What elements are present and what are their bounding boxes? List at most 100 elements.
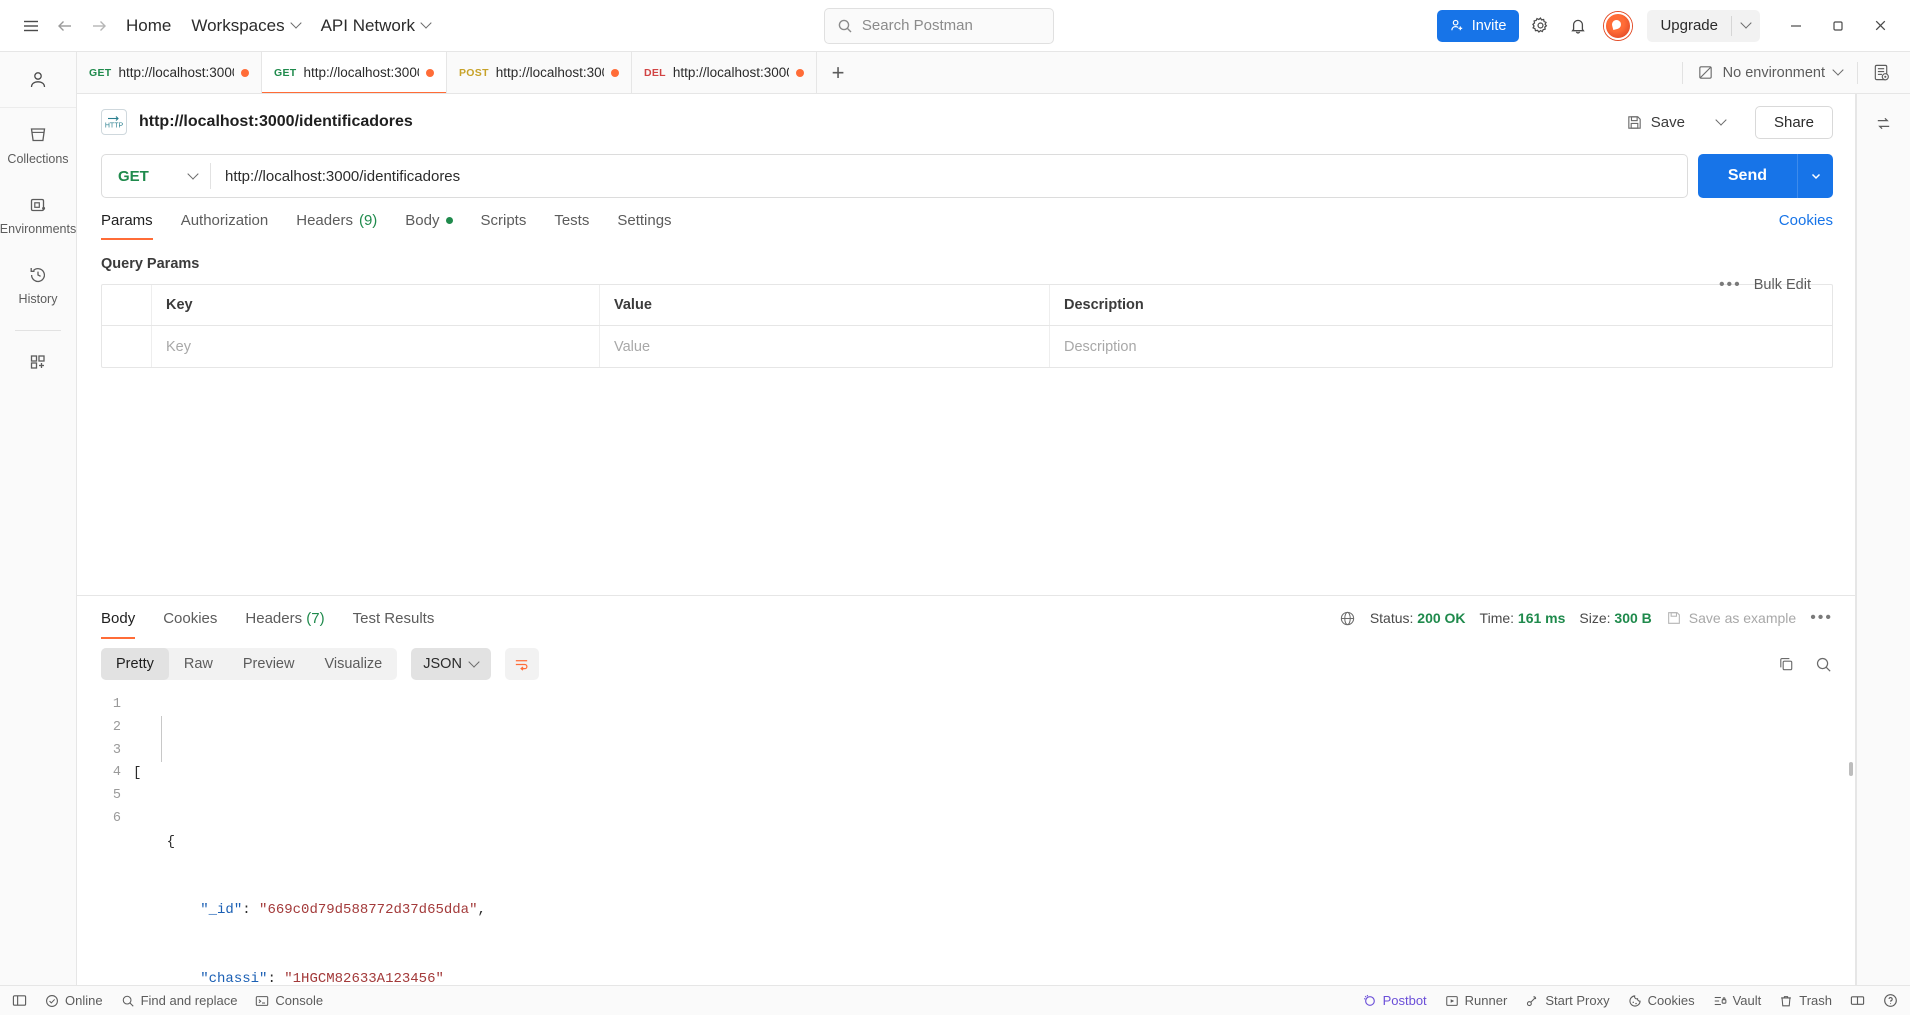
save-options-button[interactable]	[1707, 106, 1737, 138]
trash-icon	[1781, 995, 1792, 1006]
view-mode-preview[interactable]: Preview	[228, 648, 310, 680]
console-label: Console	[275, 993, 324, 1008]
code-scrollbar[interactable]	[1849, 762, 1853, 776]
avatar[interactable]	[1604, 11, 1633, 40]
param-description-input[interactable]: Description	[1050, 326, 1832, 367]
maximize-button[interactable]	[1818, 9, 1858, 43]
copy-icon[interactable]	[1777, 655, 1796, 674]
row-checkbox[interactable]	[102, 326, 152, 367]
response-more-button[interactable]: •••	[1810, 609, 1833, 627]
divider	[15, 330, 61, 331]
fold-guide	[161, 716, 162, 762]
request-tab[interactable]: POST http://localhost:3000/c	[447, 52, 632, 93]
response-tab-cookies[interactable]: Cookies	[149, 598, 231, 639]
compare-icon[interactable]	[1865, 104, 1903, 142]
request-tab-active[interactable]: GET http://localhost:3000/id	[262, 52, 447, 93]
help-button[interactable]	[1883, 993, 1898, 1008]
json-content[interactable]: [ { "_id": "669c0d79d588772d37d65dda", "…	[133, 688, 1855, 985]
trash-button[interactable]: Trash	[1779, 993, 1832, 1008]
tab-headers[interactable]: Headers (9)	[282, 201, 391, 240]
tab-body[interactable]: Body	[391, 201, 466, 240]
response-tab-headers[interactable]: Headers (7)	[231, 598, 338, 639]
search-icon[interactable]	[1814, 655, 1833, 674]
environment-label: No environment	[1722, 64, 1825, 81]
view-mode-pretty[interactable]: Pretty	[101, 648, 169, 680]
tab-authorization[interactable]: Authorization	[167, 201, 283, 240]
more-dots-icon[interactable]: •••	[1719, 276, 1742, 294]
search-icon	[838, 19, 852, 32]
tab-scripts[interactable]: Scripts	[467, 201, 541, 240]
close-button[interactable]	[1860, 9, 1900, 43]
environment-quick-look-button[interactable]	[1858, 63, 1904, 82]
format-select[interactable]: JSON	[411, 648, 491, 680]
send-group: Send	[1697, 154, 1833, 198]
method-select[interactable]: GET	[102, 155, 210, 197]
tab-params[interactable]: Params	[101, 201, 167, 240]
save-as-example-label: Save as example	[1688, 610, 1797, 626]
find-and-replace-button[interactable]: Find and replace	[121, 993, 237, 1008]
online-status[interactable]: Online	[45, 993, 103, 1008]
response-body-code[interactable]: 1 2 3 4 5 6 [ { "_id": "669c0d79d588772d…	[77, 688, 1855, 985]
api-network-menu[interactable]: API Network	[311, 10, 441, 42]
response-tab-body[interactable]: Body	[101, 598, 149, 639]
workspaces-menu[interactable]: Workspaces	[181, 10, 310, 42]
back-arrow-icon[interactable]	[48, 9, 82, 43]
tab-label: Tests	[554, 211, 590, 229]
vault-button[interactable]: Vault	[1713, 993, 1761, 1008]
postbot-button[interactable]: Postbot	[1362, 993, 1427, 1008]
sidebar-item-history[interactable]: History	[0, 248, 76, 318]
body-split: Collections Environments History GET htt…	[0, 52, 1910, 985]
param-key-input[interactable]: Key	[152, 326, 600, 367]
new-tab-button[interactable]: +	[817, 52, 859, 93]
tab-tests[interactable]: Tests	[540, 201, 603, 240]
window-controls	[1776, 9, 1900, 43]
tab-settings[interactable]: Settings	[603, 201, 685, 240]
runner-button[interactable]: Runner	[1445, 993, 1507, 1008]
start-proxy-button[interactable]: Start Proxy	[1525, 993, 1610, 1008]
eye-list-icon	[1874, 64, 1889, 81]
request-tab[interactable]: DEL http://localhost:3000/ca	[632, 52, 817, 93]
home-link[interactable]: Home	[116, 10, 181, 42]
send-options-button[interactable]	[1797, 154, 1833, 198]
search-icon	[122, 995, 134, 1007]
query-params-table: Key Value Description Key Value Descript…	[101, 284, 1833, 368]
layout-toggle-button[interactable]	[1850, 993, 1865, 1008]
tab-label: Cookies	[163, 609, 218, 627]
request-tab[interactable]: GET http://localhost:3000/ca	[77, 52, 262, 93]
hamburger-icon[interactable]	[14, 9, 48, 43]
upgrade-menu-button[interactable]	[1732, 21, 1760, 30]
search-input[interactable]: Search Postman	[823, 7, 1054, 44]
invite-button[interactable]: Invite	[1436, 9, 1520, 42]
code-line: "_id": "669c0d79d588772d37d65dda",	[200, 902, 486, 919]
query-params-header: Query Params ••• Bulk Edit	[101, 242, 1833, 293]
wrap-lines-button[interactable]	[504, 648, 539, 680]
sidebar-toggle-button[interactable]	[12, 993, 27, 1008]
bulk-edit-button[interactable]: Bulk Edit	[1754, 277, 1811, 293]
environment-select[interactable]: No environment	[1683, 64, 1857, 81]
table-row[interactable]: Key Value Description	[102, 326, 1832, 367]
online-label: Online	[65, 993, 103, 1008]
share-button[interactable]: Share	[1754, 105, 1833, 139]
bell-icon[interactable]	[1561, 9, 1595, 43]
param-value-input[interactable]: Value	[600, 326, 1050, 367]
console-button[interactable]: Console	[255, 993, 323, 1008]
cookies-button[interactable]: Cookies	[1628, 993, 1695, 1008]
cookies-link[interactable]: Cookies	[1779, 212, 1833, 229]
sidebar-item-collections[interactable]: Collections	[0, 108, 76, 178]
sidebar-item-new[interactable]	[0, 335, 76, 385]
response-tab-test-results[interactable]: Test Results	[339, 598, 449, 639]
forward-arrow-icon[interactable]	[82, 9, 116, 43]
sidebar-profile-button[interactable]	[0, 52, 76, 108]
save-button[interactable]: Save	[1616, 108, 1695, 137]
save-as-example-button[interactable]: Save as example	[1666, 610, 1796, 626]
method-label: GET	[118, 167, 149, 185]
minimize-button[interactable]	[1776, 9, 1816, 43]
view-mode-raw[interactable]: Raw	[169, 648, 228, 680]
gear-icon[interactable]	[1523, 9, 1557, 43]
view-mode-visualize[interactable]: Visualize	[309, 648, 397, 680]
sidebar-item-environments[interactable]: Environments	[0, 178, 76, 248]
tab-count: (7)	[306, 609, 325, 627]
url-input[interactable]: http://localhost:3000/identificadores	[211, 168, 1687, 185]
send-button[interactable]: Send	[1697, 154, 1797, 198]
upgrade-button[interactable]: Upgrade	[1647, 17, 1731, 34]
